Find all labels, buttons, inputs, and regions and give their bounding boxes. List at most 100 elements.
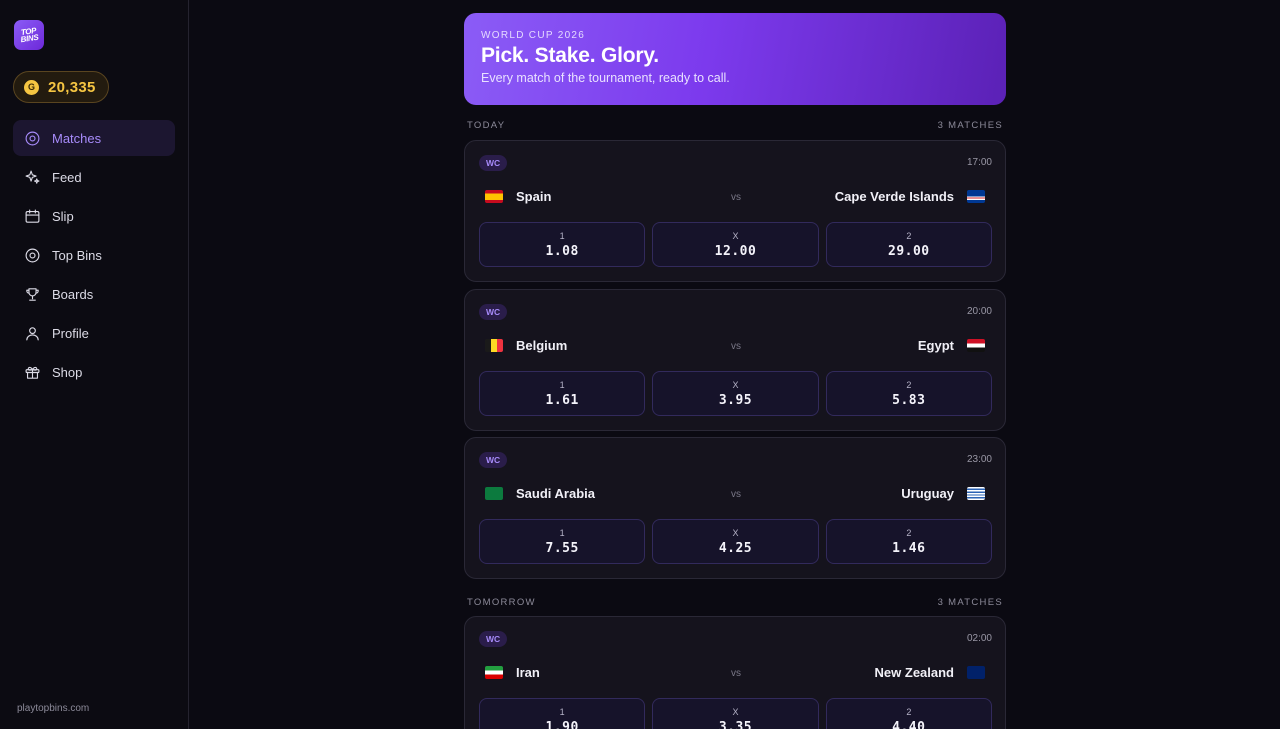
target-icon [25,131,40,145]
site-link[interactable]: playtopbins.com [17,703,89,714]
away-team: New Zealand [875,665,985,680]
away-team: Cape Verde Islands [835,189,985,204]
trophy-icon [26,287,39,301]
odds-row: 1 1.61 X 3.95 2 5.83 [479,371,992,416]
competition-badge: WC [479,631,508,647]
odds-label: 2 [906,527,912,538]
match-card[interactable]: WC 20:00 Belgium vs Egypt 1 1.61 X 3.95 25… [464,289,1006,431]
odds-value: 1.61 [545,392,579,408]
nav-label: Shop [52,364,83,380]
away-team: Uruguay [901,486,985,501]
sparkle-icon [25,170,40,184]
day-header-tomorrow: TOMORROW 3 MATCHES [467,597,1003,608]
day-label: TOMORROW [467,597,536,608]
match-card[interactable]: WC 17:00 Spain vs Cape Verde Islands 1 1.… [464,140,1006,282]
main-nav: Matches Feed Slip Top Bins Boards Profil… [13,120,175,393]
odds-value: 29.00 [888,243,930,259]
away-team-name: Cape Verde Islands [834,189,954,204]
sidebar: TOP BINS G 20,335 Matches Feed Slip Top … [0,0,189,729]
flag-egypt-icon [967,339,985,352]
odds-draw-button[interactable]: X 3.95 [652,371,819,416]
nav-label: Slip [52,208,74,224]
hero-subtitle: Every match of the tournament, ready to … [481,71,730,85]
away-team-name: Uruguay [901,486,954,501]
logo-text: TOP BINS [19,26,39,45]
hero-banner: WORLD CUP 2026 Pick. Stake. Glory. Every… [464,13,1006,105]
competition-badge: WC [479,304,508,320]
odds-label: 2 [906,706,912,717]
away-team: Egypt [918,338,985,353]
odds-value: 4.40 [892,719,926,729]
odds-away-button[interactable]: 2 29.00 [825,222,992,267]
odds-home-button[interactable]: 1 7.55 [479,519,646,564]
hero-kicker: WORLD CUP 2026 [481,30,586,41]
coin-balance[interactable]: G 20,335 [13,71,109,103]
flag-new-zealand-icon [967,666,985,679]
match-card[interactable]: WC 02:00 Iran vs New Zealand 1 1.90 X 3.35… [464,616,1006,729]
odds-label: 1 [559,527,565,538]
odds-label: 1 [559,230,565,241]
match-count: 3 MATCHES [937,597,1003,608]
odds-away-button[interactable]: 2 4.40 [825,698,992,729]
nav-label: Top Bins [52,247,102,263]
nav-item-slip[interactable]: Slip [13,198,175,234]
odds-label: 1 [559,706,565,717]
odds-away-button[interactable]: 2 5.83 [825,371,992,416]
hero-title: Pick. Stake. Glory. [481,44,659,67]
odds-row: 1 1.90 X 3.35 2 4.40 [479,698,992,729]
odds-draw-button[interactable]: X 12.00 [652,222,819,267]
odds-label: X [732,527,739,538]
nav-item-feed[interactable]: Feed [13,159,175,195]
kickoff-time: 23:00 [966,454,992,465]
nav-label: Boards [52,286,94,302]
nav-label: Matches [52,130,102,146]
odds-value: 3.95 [718,392,753,408]
odds-draw-button[interactable]: X 3.35 [652,698,819,729]
odds-label: X [732,379,739,390]
odds-home-button[interactable]: 1 1.08 [479,222,646,267]
nav-item-profile[interactable]: Profile [13,315,175,351]
odds-value: 5.83 [892,392,926,408]
ticket-icon [25,209,40,223]
odds-home-button[interactable]: 1 1.90 [479,698,646,729]
gift-icon [25,366,40,379]
odds-label: 2 [906,230,912,241]
odds-label: X [732,230,739,241]
odds-value: 3.35 [718,719,753,729]
odds-label: 2 [906,379,912,390]
nav-item-shop[interactable]: Shop [13,354,175,390]
odds-value: 4.25 [718,540,753,556]
nav-label: Feed [52,169,82,185]
competition-badge: WC [479,155,508,171]
odds-value: 1.90 [545,719,579,729]
odds-row: 1 7.55 X 4.25 2 1.46 [479,519,992,564]
user-icon [26,326,39,340]
odds-away-button[interactable]: 2 1.46 [825,519,992,564]
day-header-today: TODAY 3 MATCHES [467,120,1003,131]
odds-label: X [732,706,739,717]
nav-item-top-bins[interactable]: Top Bins [13,237,175,273]
odds-value: 1.08 [545,243,579,259]
away-team-name: Egypt [917,338,954,353]
target-icon [25,248,40,262]
match-card[interactable]: WC 23:00 Saudi Arabia vs Uruguay 1 7.55 X… [464,437,1006,579]
nav-item-matches[interactable]: Matches [13,120,175,156]
away-team-name: New Zealand [874,665,954,680]
odds-draw-button[interactable]: X 4.25 [652,519,819,564]
competition-badge: WC [479,452,508,468]
odds-label: 1 [559,379,565,390]
kickoff-time: 17:00 [966,157,992,168]
kickoff-time: 02:00 [966,633,992,644]
kickoff-time: 20:00 [966,306,992,317]
nav-label: Profile [52,325,89,341]
app-logo[interactable]: TOP BINS [14,20,44,50]
flag-uruguay-icon [967,487,985,500]
nav-item-boards[interactable]: Boards [13,276,175,312]
coin-icon: G [24,79,39,95]
odds-home-button[interactable]: 1 1.61 [479,371,646,416]
coin-balance-value: 20,335 [48,78,96,96]
odds-row: 1 1.08 X 12.00 2 29.00 [479,222,992,267]
match-count: 3 MATCHES [937,120,1003,131]
flag-cape-verde-icon [967,190,985,203]
day-label: TODAY [467,120,506,131]
